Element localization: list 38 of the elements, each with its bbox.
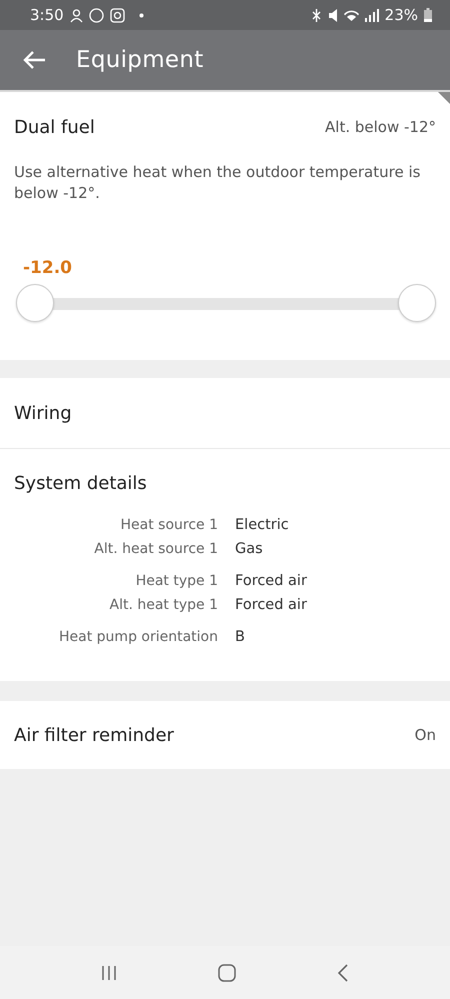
slider-thumb[interactable] — [398, 284, 436, 322]
camera-icon — [110, 8, 125, 22]
slider-thumb[interactable] — [16, 284, 54, 322]
screen-title: Equipment — [76, 47, 204, 73]
air-filter-value: On — [414, 726, 436, 744]
detail-value: Forced air — [235, 597, 308, 613]
people-icon — [70, 8, 83, 22]
system-details-title: System details — [14, 472, 147, 494]
slider-track[interactable] — [16, 284, 438, 324]
recent-apps-icon[interactable] — [100, 964, 117, 980]
detail-value: Gas — [235, 541, 264, 557]
dual-fuel-value: Alt. below -12° — [325, 118, 436, 136]
detail-value: Forced air — [235, 573, 308, 589]
air-filter-row[interactable]: Air filter reminder On — [0, 701, 450, 769]
detail-label: Alt. heat source 1 — [93, 541, 218, 557]
dual-fuel-title: Dual fuel — [14, 116, 95, 138]
detail-value: Electric — [235, 517, 290, 533]
slider-reading: -12.0 — [23, 258, 73, 278]
dot-icon — [138, 12, 144, 18]
back-arrow-icon[interactable] — [22, 50, 46, 70]
dual-fuel-description: Use alternative heat when the outdoor temperature is below -12°. — [14, 162, 422, 204]
home-icon[interactable] — [218, 964, 236, 982]
mute-icon — [328, 8, 338, 22]
detail-label: Heat pump orientation — [58, 629, 218, 645]
detail-label: Heat source 1 — [119, 517, 218, 533]
battery-percent: 23% — [384, 6, 418, 24]
air-filter-title: Air filter reminder — [14, 724, 174, 746]
bluetooth-icon — [312, 8, 322, 22]
wiring-row[interactable]: Wiring — [0, 378, 450, 448]
battery-icon — [424, 8, 432, 22]
wifi-icon — [344, 9, 359, 21]
detail-label: Alt. heat type 1 — [108, 597, 218, 613]
back-icon[interactable] — [337, 964, 350, 982]
corner-marker-icon — [438, 92, 450, 104]
detail-label: Heat type 1 — [134, 573, 218, 589]
detail-value: B — [235, 629, 246, 645]
signal-icon — [364, 8, 379, 22]
status-time: 3:50 — [30, 6, 64, 24]
